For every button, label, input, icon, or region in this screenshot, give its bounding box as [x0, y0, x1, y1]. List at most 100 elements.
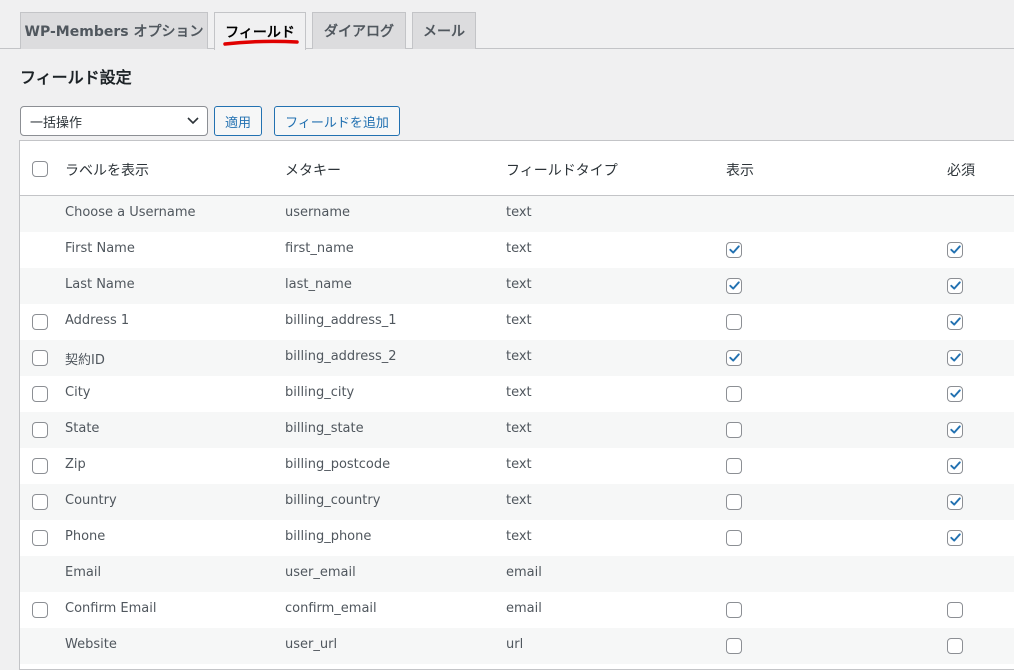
- field-meta-key: last_name: [285, 277, 352, 292]
- table-row: Choose a Username username text: [20, 196, 1014, 232]
- checkmark-icon: [950, 425, 961, 434]
- add-field-button[interactable]: フィールドを追加: [274, 106, 400, 136]
- row-select-checkbox[interactable]: [32, 494, 48, 510]
- field-label: First Name: [65, 241, 135, 256]
- table-row: Country billing_country text: [20, 484, 1014, 520]
- table-header: ラベルを表示 メタキー フィールドタイプ 表示 必須: [20, 141, 1014, 196]
- table-row: Address 1 billing_address_1 text: [20, 304, 1014, 340]
- required-checkbox[interactable]: [947, 638, 963, 654]
- field-label: Zip: [65, 457, 86, 472]
- required-checkbox[interactable]: [947, 278, 963, 294]
- row-select-checkbox[interactable]: [32, 530, 48, 546]
- checkmark-icon: [950, 281, 961, 290]
- tab-email[interactable]: メール: [412, 12, 476, 49]
- row-select-checkbox[interactable]: [32, 314, 48, 330]
- table-row: Last Name last_name text: [20, 268, 1014, 304]
- field-label: City: [65, 385, 91, 400]
- row-select-checkbox[interactable]: [32, 386, 48, 402]
- tab-label: メール: [423, 24, 465, 40]
- required-checkbox[interactable]: [947, 386, 963, 402]
- header-meta-key: メタキー: [285, 163, 341, 179]
- field-label: Confirm Email: [65, 601, 157, 616]
- field-meta-key: confirm_email: [285, 601, 377, 616]
- checkmark-icon: [950, 245, 961, 254]
- required-checkbox[interactable]: [947, 314, 963, 330]
- checkmark-icon: [950, 389, 961, 398]
- fields-table: ラベルを表示 メタキー フィールドタイプ 表示 必須 Choose a User…: [19, 140, 1014, 670]
- display-checkbox[interactable]: [726, 458, 742, 474]
- checkmark-icon: [729, 281, 740, 290]
- table-row: First Name first_name text: [20, 232, 1014, 268]
- checkmark-icon: [950, 317, 961, 326]
- table-row: City billing_city text: [20, 376, 1014, 412]
- red-underline-annotation: [223, 39, 299, 46]
- apply-button[interactable]: 適用: [214, 106, 262, 136]
- table-row: 契約ID billing_address_2 text: [20, 340, 1014, 376]
- display-checkbox[interactable]: [726, 350, 742, 366]
- field-label: Country: [65, 493, 117, 508]
- required-checkbox[interactable]: [947, 530, 963, 546]
- chevron-down-icon: [187, 117, 199, 125]
- field-label: 契約ID: [65, 353, 105, 368]
- checkmark-icon: [950, 533, 961, 542]
- field-type: text: [506, 241, 532, 256]
- tab-dialogs[interactable]: ダイアログ: [312, 12, 406, 49]
- field-meta-key: billing_country: [285, 493, 381, 508]
- table-row: Confirm Email confirm_email email: [20, 592, 1014, 628]
- required-checkbox[interactable]: [947, 350, 963, 366]
- field-type: text: [506, 205, 532, 220]
- required-checkbox[interactable]: [947, 422, 963, 438]
- field-type: text: [506, 493, 532, 508]
- page-title: フィールド設定: [20, 68, 132, 87]
- required-checkbox[interactable]: [947, 494, 963, 510]
- display-checkbox[interactable]: [726, 422, 742, 438]
- field-meta-key: billing_address_2: [285, 349, 397, 364]
- display-checkbox[interactable]: [726, 242, 742, 258]
- display-checkbox[interactable]: [726, 530, 742, 546]
- display-checkbox[interactable]: [726, 314, 742, 330]
- header-label: ラベルを表示: [65, 163, 149, 179]
- checkmark-icon: [729, 353, 740, 362]
- field-type: text: [506, 421, 532, 436]
- field-meta-key: billing_postcode: [285, 457, 391, 472]
- display-checkbox[interactable]: [726, 494, 742, 510]
- field-label: Email: [65, 565, 102, 580]
- select-all-checkbox[interactable]: [32, 161, 48, 177]
- row-select-checkbox[interactable]: [32, 350, 48, 366]
- nav-tab-bar: WP-Members オプション フィールド ダイアログ メール: [0, 0, 1014, 50]
- tab-label: WP-Members オプション: [24, 24, 204, 40]
- bulk-action-value: 一括操作: [30, 115, 83, 131]
- bulk-action-select[interactable]: 一括操作: [20, 106, 208, 136]
- field-meta-key: billing_state: [285, 421, 364, 436]
- row-select-checkbox[interactable]: [32, 422, 48, 438]
- table-row: State billing_state text: [20, 412, 1014, 448]
- row-select-checkbox[interactable]: [32, 602, 48, 618]
- field-meta-key: billing_address_1: [285, 313, 397, 328]
- checkmark-icon: [950, 353, 961, 362]
- tab-wp-members-options[interactable]: WP-Members オプション: [20, 12, 208, 49]
- field-meta-key: billing_city: [285, 385, 355, 400]
- display-checkbox[interactable]: [726, 278, 742, 294]
- field-type: text: [506, 457, 532, 472]
- table-row: Phone billing_phone text: [20, 520, 1014, 556]
- field-type: text: [506, 277, 532, 292]
- checkmark-icon: [729, 245, 740, 254]
- tab-label: ダイアログ: [324, 24, 394, 40]
- display-checkbox[interactable]: [726, 386, 742, 402]
- table-row: Email user_email email: [20, 556, 1014, 592]
- display-checkbox[interactable]: [726, 602, 742, 618]
- display-checkbox[interactable]: [726, 638, 742, 654]
- table-row: Website user_url url: [20, 628, 1014, 664]
- field-meta-key: user_url: [285, 637, 338, 652]
- field-label: Last Name: [65, 277, 135, 292]
- header-field-type: フィールドタイプ: [506, 163, 618, 179]
- field-meta-key: billing_phone: [285, 529, 372, 544]
- required-checkbox[interactable]: [947, 242, 963, 258]
- checkmark-icon: [950, 497, 961, 506]
- field-meta-key: first_name: [285, 241, 354, 256]
- required-checkbox[interactable]: [947, 602, 963, 618]
- row-select-checkbox[interactable]: [32, 458, 48, 474]
- required-checkbox[interactable]: [947, 458, 963, 474]
- field-label: Choose a Username: [65, 205, 196, 220]
- checkmark-icon: [950, 461, 961, 470]
